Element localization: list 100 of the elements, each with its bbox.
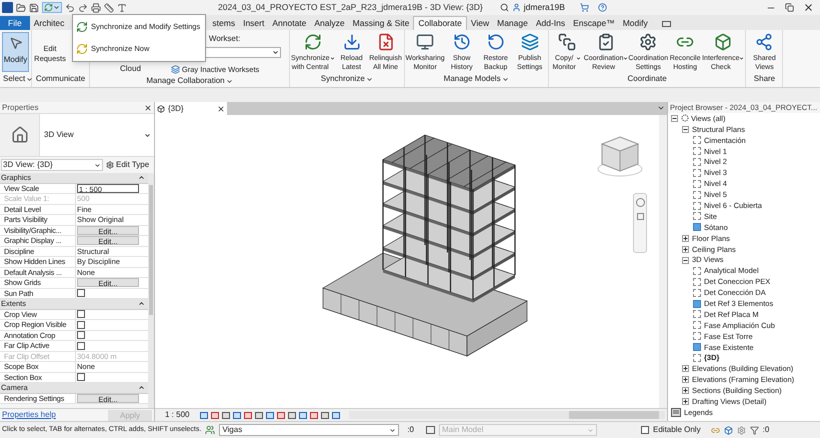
panel-toggle-icon[interactable] bbox=[662, 21, 671, 27]
checkbox[interactable] bbox=[77, 373, 85, 382]
ribbon-tab[interactable]: stems bbox=[208, 16, 240, 30]
sync-icon bbox=[76, 21, 88, 33]
folder-icon[interactable] bbox=[16, 2, 26, 12]
checkbox[interactable] bbox=[77, 331, 85, 340]
caret-icon bbox=[26, 76, 34, 82]
expand-toggle-icon[interactable] bbox=[682, 376, 689, 384]
user-name[interactable]: jdmera19B bbox=[524, 1, 565, 14]
properties-help-link[interactable]: Properties help bbox=[2, 409, 56, 421]
ribbon-tab[interactable]: View bbox=[466, 16, 494, 30]
ribbon-tab[interactable]: Modify bbox=[618, 16, 652, 30]
settings-icon bbox=[639, 33, 658, 51]
horizontal-scrollbar[interactable] bbox=[349, 411, 665, 419]
cloud-button[interactable]: Cloud bbox=[120, 63, 141, 75]
expand-toggle-icon[interactable] bbox=[682, 387, 689, 394]
close-icon[interactable] bbox=[217, 104, 225, 112]
printer-icon[interactable] bbox=[91, 2, 101, 12]
download-icon bbox=[342, 33, 361, 51]
panel-label[interactable]: Synchronize bbox=[320, 73, 373, 85]
restore-icon[interactable] bbox=[785, 3, 794, 12]
panel-label: Communicate bbox=[36, 73, 86, 85]
expand-toggle-icon[interactable] bbox=[682, 234, 689, 242]
workset-icon[interactable] bbox=[205, 425, 216, 435]
collapse-toggle-icon[interactable] bbox=[671, 114, 678, 122]
panel-label[interactable]: Manage Collaboration bbox=[146, 75, 233, 88]
caret-icon bbox=[272, 49, 279, 56]
editable-only-label[interactable]: Editable Only bbox=[653, 424, 701, 436]
settings-icon[interactable] bbox=[736, 426, 746, 434]
expand-toggle-icon[interactable] bbox=[682, 398, 689, 406]
help-icon[interactable] bbox=[598, 3, 607, 12]
panel-label[interactable]: Manage Models bbox=[444, 73, 509, 85]
workset-dropdown[interactable]: Vigas bbox=[219, 424, 400, 436]
ribbon-tab[interactable]: File bbox=[0, 16, 30, 30]
ruler-icon[interactable] bbox=[104, 2, 114, 12]
table-icon[interactable] bbox=[426, 426, 435, 434]
view-scale[interactable]: 1 : 500 bbox=[165, 409, 190, 421]
checkbox[interactable] bbox=[77, 320, 85, 329]
drawing-canvas[interactable] bbox=[155, 115, 667, 408]
document-tab[interactable]: {3D} bbox=[155, 102, 227, 115]
layers-icon bbox=[170, 65, 180, 74]
checkbox[interactable] bbox=[77, 289, 85, 298]
split-caret-icon bbox=[576, 56, 581, 61]
close-icon[interactable] bbox=[144, 104, 152, 112]
close-icon[interactable] bbox=[803, 2, 814, 13]
ribbon-tab[interactable]: Annotate bbox=[268, 16, 310, 30]
selection-count[interactable]: :0 bbox=[407, 424, 414, 436]
scrollbar[interactable] bbox=[148, 173, 154, 408]
collapse-icon[interactable] bbox=[138, 384, 145, 392]
undo-icon[interactable] bbox=[65, 2, 75, 12]
views-icon bbox=[681, 114, 689, 122]
link-icon[interactable] bbox=[710, 426, 720, 434]
checkbox[interactable] bbox=[641, 426, 649, 434]
redo-icon[interactable] bbox=[78, 2, 88, 12]
instance-dropdown[interactable]: 3D View: {3D} bbox=[1, 159, 103, 171]
split-caret-icon bbox=[330, 56, 335, 61]
file-x-icon bbox=[376, 33, 395, 51]
ribbon-tab[interactable]: Architec bbox=[30, 16, 68, 30]
sync-icon bbox=[76, 43, 88, 55]
ribbon-tab[interactable]: Add-Ins bbox=[532, 16, 570, 30]
tab-menu-icon[interactable] bbox=[657, 104, 665, 112]
collapse-icon[interactable] bbox=[138, 300, 145, 308]
user-icon[interactable] bbox=[512, 3, 521, 12]
panel-label: Share bbox=[754, 73, 776, 85]
filter-count[interactable]: :0 bbox=[762, 424, 770, 436]
checkbox[interactable] bbox=[77, 310, 85, 318]
panel-label[interactable]: Select bbox=[0, 73, 31, 85]
workset-label: Workset: bbox=[208, 33, 242, 45]
collapse-toggle-icon[interactable] bbox=[682, 256, 689, 264]
caret-icon bbox=[389, 426, 396, 434]
cube-icon bbox=[714, 33, 732, 51]
filter-icon[interactable] bbox=[750, 426, 759, 434]
undo-arrow-icon bbox=[486, 33, 505, 51]
cube-icon[interactable] bbox=[724, 426, 733, 434]
ribbon-tab[interactable]: Enscape™ bbox=[569, 16, 619, 30]
text-icon[interactable] bbox=[117, 2, 127, 12]
sync-button[interactable] bbox=[42, 2, 62, 13]
scrollbar[interactable] bbox=[659, 115, 667, 408]
clock-icon bbox=[452, 33, 471, 51]
collapse-toggle-icon[interactable] bbox=[682, 126, 689, 133]
cursor-icon bbox=[8, 36, 22, 50]
save-icon[interactable] bbox=[29, 2, 39, 12]
expand-toggle-icon[interactable] bbox=[682, 365, 689, 372]
ribbon-tab[interactable]: Insert bbox=[239, 16, 268, 30]
sync-icon bbox=[44, 3, 53, 12]
checkbox[interactable] bbox=[77, 342, 85, 350]
modify-button[interactable]: Modify bbox=[2, 32, 29, 72]
expand-toggle-icon[interactable] bbox=[682, 246, 689, 253]
ribbon-tab[interactable]: Collaborate bbox=[413, 16, 467, 30]
navigation-bar[interactable] bbox=[633, 193, 647, 253]
ribbon-tab[interactable]: Analyze bbox=[310, 16, 349, 30]
clipboard-icon bbox=[597, 33, 616, 51]
type-selector[interactable]: 3D View bbox=[0, 113, 154, 157]
share-icon bbox=[755, 33, 774, 51]
ribbon-tab[interactable]: Massing & Site bbox=[348, 16, 414, 30]
search-icon[interactable] bbox=[500, 3, 509, 12]
ribbon-tab[interactable]: Manage bbox=[493, 16, 532, 30]
cart-icon[interactable] bbox=[580, 3, 589, 12]
edit-type-button[interactable]: Edit Type bbox=[106, 159, 150, 171]
collapse-icon[interactable] bbox=[138, 174, 145, 182]
